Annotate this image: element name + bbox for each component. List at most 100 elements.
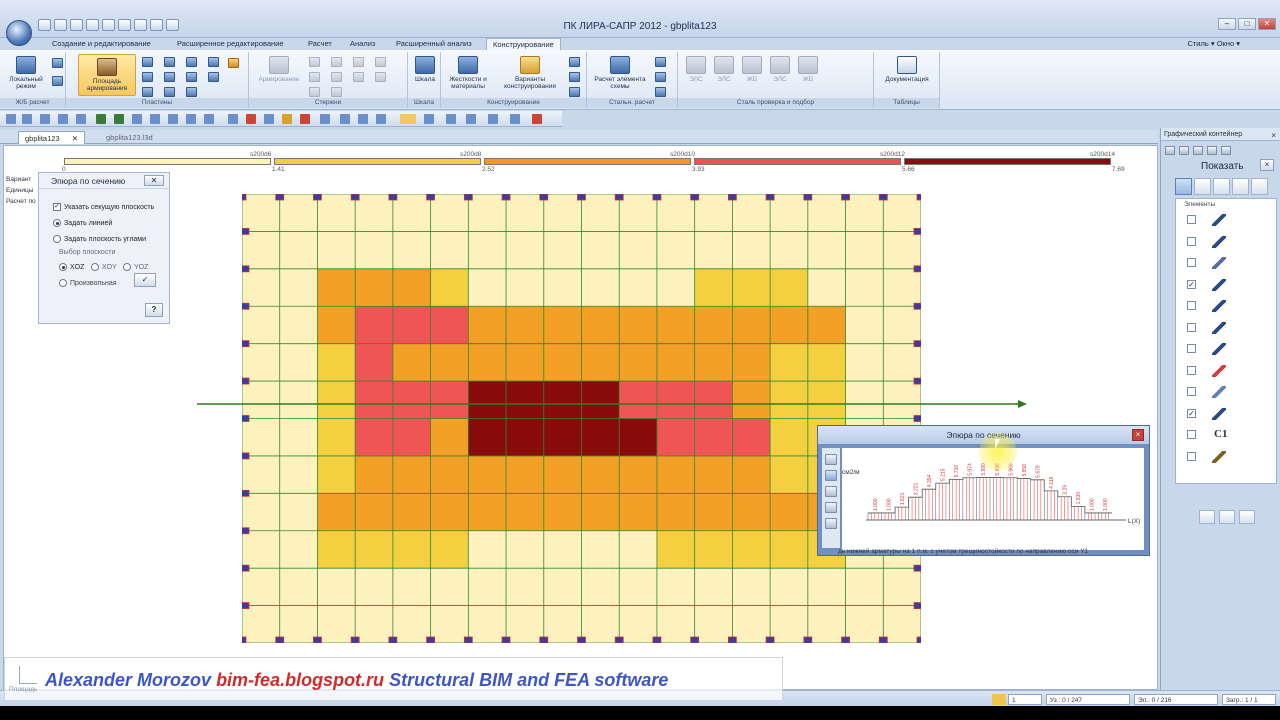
steel-tool-1-icon[interactable] bbox=[655, 57, 666, 67]
mosaic-cell[interactable] bbox=[317, 231, 356, 270]
hatch-icon[interactable] bbox=[825, 518, 837, 529]
rebar-area-button[interactable]: Площадь армирования bbox=[78, 54, 136, 96]
support-node[interactable] bbox=[913, 265, 921, 273]
support-node[interactable] bbox=[614, 636, 624, 643]
support-node[interactable] bbox=[242, 228, 250, 235]
active-mode-icon[interactable] bbox=[400, 114, 416, 124]
mosaic-cell[interactable] bbox=[619, 568, 658, 607]
local-modes-button[interactable]: Локальный режим bbox=[4, 56, 48, 90]
zoom-window-icon[interactable] bbox=[58, 114, 68, 124]
mosaic-cell[interactable] bbox=[430, 568, 469, 607]
select-elements-icon[interactable] bbox=[114, 114, 124, 124]
element-checkbox[interactable] bbox=[1187, 430, 1196, 439]
mosaic-cell[interactable] bbox=[279, 231, 318, 270]
mosaic-cell[interactable] bbox=[581, 194, 620, 232]
mosaic-cell[interactable] bbox=[506, 268, 545, 307]
tab-extended-edit[interactable]: Расширенное редактирование bbox=[177, 38, 284, 50]
plate-tool-1-icon[interactable] bbox=[142, 57, 153, 67]
delete-icon[interactable] bbox=[300, 114, 310, 124]
pencil-icon[interactable] bbox=[282, 114, 292, 124]
support-node[interactable] bbox=[242, 415, 250, 422]
mosaic-cell[interactable] bbox=[619, 605, 658, 643]
mosaic-cell[interactable] bbox=[656, 231, 696, 270]
zoom-extents-icon[interactable] bbox=[76, 114, 86, 124]
mosaic-cell[interactable] bbox=[807, 343, 847, 382]
mosaic-cell[interactable] bbox=[317, 268, 356, 307]
plate-tool-11-icon[interactable] bbox=[208, 72, 219, 82]
support-node[interactable] bbox=[765, 194, 775, 201]
mosaic-cell[interactable] bbox=[279, 568, 318, 607]
support-node[interactable] bbox=[916, 636, 921, 643]
mosaic-cell[interactable] bbox=[430, 605, 469, 643]
support-node[interactable] bbox=[350, 636, 360, 643]
mosaic-cell[interactable] bbox=[506, 418, 545, 457]
support-node[interactable] bbox=[913, 602, 921, 609]
mosaic-cell[interactable] bbox=[242, 194, 281, 232]
support-node[interactable] bbox=[275, 194, 285, 201]
steel-tool-3-icon[interactable] bbox=[655, 87, 666, 97]
levels-icon[interactable] bbox=[424, 114, 434, 124]
mosaic-cell[interactable] bbox=[883, 568, 921, 607]
show-plane-checkbox[interactable]: ✓ Указать секущую плоскость bbox=[53, 203, 154, 211]
mosaic-cell[interactable] bbox=[732, 268, 771, 307]
mosaic-cell[interactable] bbox=[468, 343, 507, 382]
rebar-mosaic-plate[interactable] bbox=[242, 194, 921, 643]
mosaic-cell[interactable] bbox=[279, 194, 318, 232]
mosaic-cell[interactable] bbox=[506, 194, 545, 232]
mosaic-cell[interactable] bbox=[355, 343, 394, 382]
support-node[interactable] bbox=[878, 194, 888, 201]
support-node[interactable] bbox=[614, 194, 624, 201]
mosaic-cell[interactable] bbox=[242, 418, 281, 457]
mosaic-cell[interactable] bbox=[656, 493, 696, 532]
plate-tool-7-icon[interactable] bbox=[186, 57, 197, 67]
help-button[interactable]: ? bbox=[145, 303, 163, 317]
bar-tool-6-icon[interactable] bbox=[331, 87, 342, 97]
element-type-row[interactable] bbox=[1176, 448, 1276, 468]
bar-tool-4-icon[interactable] bbox=[331, 57, 342, 67]
funnel-icon[interactable] bbox=[1219, 510, 1235, 524]
plane-xoy-radio[interactable]: XOY bbox=[91, 263, 117, 271]
mosaic-cell[interactable] bbox=[279, 418, 318, 457]
support-node[interactable] bbox=[913, 415, 921, 422]
support-node[interactable] bbox=[242, 527, 250, 535]
mosaic-cell[interactable] bbox=[694, 231, 733, 270]
mosaic-cell[interactable] bbox=[656, 194, 696, 232]
element-type-row[interactable] bbox=[1176, 383, 1276, 403]
support-node[interactable] bbox=[242, 340, 250, 348]
mosaic-cell[interactable] bbox=[770, 493, 809, 532]
panel-paste-icon[interactable] bbox=[1207, 146, 1217, 155]
tab-extended-analysis[interactable]: Расширенный анализ bbox=[396, 38, 472, 50]
select-nodes-icon[interactable] bbox=[96, 114, 106, 124]
mosaic-cell[interactable] bbox=[770, 568, 809, 607]
support-node[interactable] bbox=[913, 377, 921, 385]
mosaic-cell[interactable] bbox=[883, 343, 921, 382]
mosaic-cell[interactable] bbox=[656, 343, 696, 382]
mosaic-cell[interactable] bbox=[317, 493, 356, 532]
mosaic-cell[interactable] bbox=[392, 568, 432, 607]
mosaic-cell[interactable] bbox=[656, 530, 696, 569]
calc-element-button[interactable]: Расчет элемента схемы bbox=[589, 56, 651, 90]
mosaic-cell[interactable] bbox=[694, 530, 733, 569]
diagram-icon[interactable] bbox=[532, 114, 542, 124]
element-type-row[interactable] bbox=[1176, 340, 1276, 360]
mosaic-cell[interactable] bbox=[279, 268, 318, 307]
mosaic-cell[interactable] bbox=[506, 343, 545, 382]
support-node[interactable] bbox=[275, 636, 285, 643]
axis-icon[interactable] bbox=[340, 114, 350, 124]
mosaic-cell[interactable] bbox=[468, 418, 507, 457]
tab-design[interactable]: Конструирование bbox=[486, 38, 561, 50]
mosaic-cell[interactable] bbox=[317, 306, 356, 345]
support-node[interactable] bbox=[242, 452, 250, 460]
mosaic-cell[interactable] bbox=[279, 306, 318, 345]
mosaic-cell[interactable] bbox=[694, 605, 733, 643]
legend-icon[interactable] bbox=[446, 114, 456, 124]
mosaic-category-icon[interactable] bbox=[1232, 178, 1249, 195]
maximize-button[interactable]: □ bbox=[1238, 18, 1256, 30]
support-node[interactable] bbox=[242, 302, 250, 310]
support-node[interactable] bbox=[690, 194, 700, 201]
bar-tool-10-icon[interactable] bbox=[375, 72, 386, 82]
design-tool-2-icon[interactable] bbox=[569, 72, 580, 82]
mosaic-cell[interactable] bbox=[317, 530, 356, 569]
by-angles-radio[interactable]: Задать плоскость углами bbox=[53, 235, 146, 243]
zoom-icon[interactable] bbox=[40, 114, 50, 124]
